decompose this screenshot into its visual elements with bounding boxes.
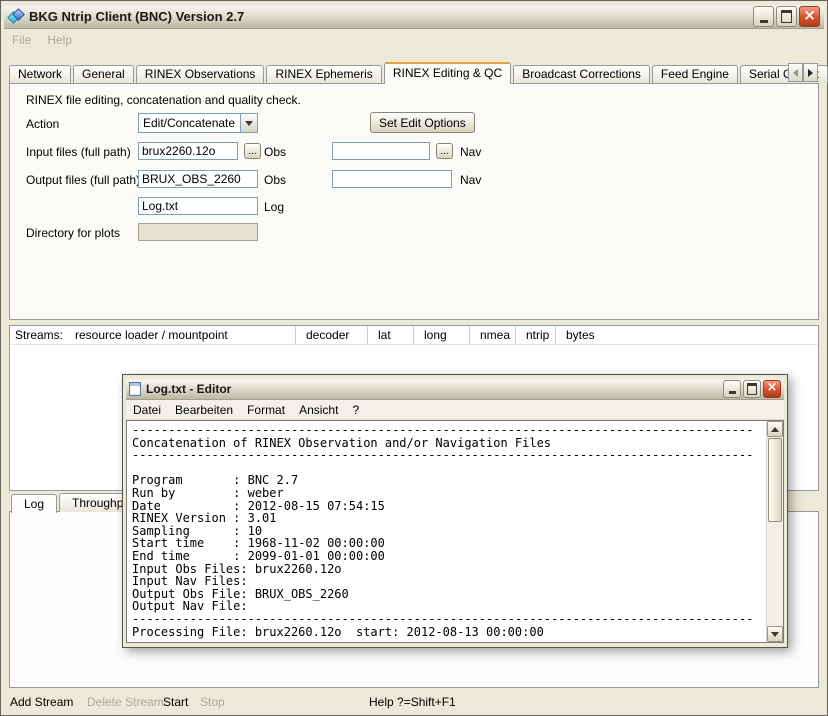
start-button[interactable]: Start: [163, 695, 188, 709]
log-suffix-label: Log: [264, 200, 284, 214]
maximize-icon[interactable]: [776, 6, 797, 27]
editor-titlebar: Log.txt - Editor: [126, 378, 784, 400]
input-nav-suffix-label: Nav: [460, 145, 481, 159]
stop-button[interactable]: Stop: [200, 695, 225, 709]
app-icon: [8, 9, 23, 24]
tab-rinex-ephemeris[interactable]: RINEX Ephemeris: [266, 65, 381, 83]
editor-menu-ansicht[interactable]: Ansicht: [292, 401, 345, 419]
menu-file[interactable]: File: [4, 31, 39, 49]
tab-scroll-buttons: [788, 63, 818, 82]
streams-column-mountpoint: Streams: resource loader / mountpoint: [10, 326, 296, 344]
editor-window: Log.txt - Editor Datei Bearbeiten Format…: [122, 374, 788, 648]
plots-directory-label: Directory for plots: [26, 226, 120, 240]
window-controls: [753, 6, 820, 27]
streams-column-lat: lat: [368, 326, 414, 344]
output-obs-suffix-label: Obs: [264, 173, 286, 187]
action-selected-value: Edit/Concatenate: [139, 116, 240, 130]
editor-menubar: Datei Bearbeiten Format Ansicht ?: [126, 400, 784, 420]
streams-header-row: Streams: resource loader / mountpoint de…: [10, 326, 818, 345]
editor-body: ----------------------------------------…: [126, 420, 784, 643]
screen: BKG Ntrip Client (BNC) Version 2.7 File …: [0, 0, 828, 716]
editor-text-content[interactable]: ----------------------------------------…: [127, 421, 766, 642]
window-title: BKG Ntrip Client (BNC) Version 2.7: [29, 9, 753, 24]
tab-scroll-right-icon[interactable]: [803, 63, 818, 82]
output-nav-field[interactable]: [332, 170, 452, 188]
menubar: File Help: [4, 30, 824, 50]
tab-scroll-left-icon[interactable]: [788, 63, 803, 82]
main-titlebar: BKG Ntrip Client (BNC) Version 2.7: [4, 4, 824, 29]
panel-description: RINEX file editing, concatenation and qu…: [26, 93, 301, 107]
minimize-icon[interactable]: [753, 6, 774, 27]
streams-column-nmea: nmea: [470, 326, 516, 344]
help-shortcut-text: Help ?=Shift+F1: [369, 695, 456, 709]
input-nav-field[interactable]: [332, 142, 430, 160]
editor-title: Log.txt - Editor: [146, 382, 723, 396]
editor-menu-hilfe[interactable]: ?: [345, 401, 366, 419]
tab-rinex-observations[interactable]: RINEX Observations: [136, 65, 265, 83]
output-obs-field[interactable]: [138, 170, 258, 188]
input-obs-browse-button[interactable]: ...: [244, 143, 261, 159]
statusbar: Add Stream Delete Stream Start Stop Help…: [4, 689, 824, 714]
scrollbar-thumb[interactable]: [768, 438, 782, 522]
input-files-label: Input files (full path): [26, 145, 131, 159]
delete-stream-button[interactable]: Delete Stream: [87, 695, 164, 709]
input-obs-field[interactable]: [138, 142, 238, 160]
plots-directory-field: [138, 223, 258, 241]
editor-menu-datei[interactable]: Datei: [126, 401, 168, 419]
action-label: Action: [26, 117, 59, 131]
streams-column-bytes: bytes: [556, 326, 818, 344]
menu-help[interactable]: Help: [39, 31, 80, 49]
streams-column-mountpoint-label: resource loader / mountpoint: [75, 328, 228, 342]
editor-minimize-icon[interactable]: [723, 380, 741, 398]
document-icon: [129, 382, 141, 396]
input-obs-suffix-label: Obs: [264, 145, 286, 159]
rinex-editing-panel: RINEX file editing, concatenation and qu…: [9, 83, 819, 320]
tab-feed-engine[interactable]: Feed Engine: [652, 65, 738, 83]
input-nav-browse-button[interactable]: ...: [436, 143, 453, 159]
output-files-label: Output files (full path): [26, 173, 140, 187]
bottom-tab-log[interactable]: Log: [11, 494, 57, 513]
tab-general[interactable]: General: [73, 65, 134, 83]
editor-maximize-icon[interactable]: [743, 380, 761, 398]
set-edit-options-button[interactable]: Set Edit Options: [370, 112, 475, 133]
tab-strip: Network General RINEX Observations RINEX…: [9, 61, 787, 83]
log-file-field[interactable]: [138, 197, 258, 215]
add-stream-button[interactable]: Add Stream: [10, 695, 73, 709]
output-nav-suffix-label: Nav: [460, 173, 481, 187]
scroll-down-icon[interactable]: [767, 626, 783, 642]
editor-window-controls: [723, 380, 781, 398]
streams-column-decoder: decoder: [296, 326, 368, 344]
close-icon[interactable]: [799, 6, 820, 27]
streams-column-ntrip: ntrip: [516, 326, 556, 344]
editor-vertical-scrollbar[interactable]: [766, 421, 783, 642]
chevron-down-icon[interactable]: [240, 114, 257, 132]
tab-rinex-editing-qc[interactable]: RINEX Editing & QC: [384, 62, 511, 84]
tab-broadcast-corrections[interactable]: Broadcast Corrections: [513, 65, 650, 83]
editor-menu-format[interactable]: Format: [240, 401, 292, 419]
editor-menu-bearbeiten[interactable]: Bearbeiten: [168, 401, 240, 419]
streams-column-long: long: [414, 326, 470, 344]
action-select[interactable]: Edit/Concatenate: [138, 113, 258, 133]
scroll-up-icon[interactable]: [767, 421, 783, 437]
tab-network[interactable]: Network: [9, 65, 71, 83]
streams-label: Streams:: [15, 328, 63, 342]
editor-close-icon[interactable]: [763, 380, 781, 398]
